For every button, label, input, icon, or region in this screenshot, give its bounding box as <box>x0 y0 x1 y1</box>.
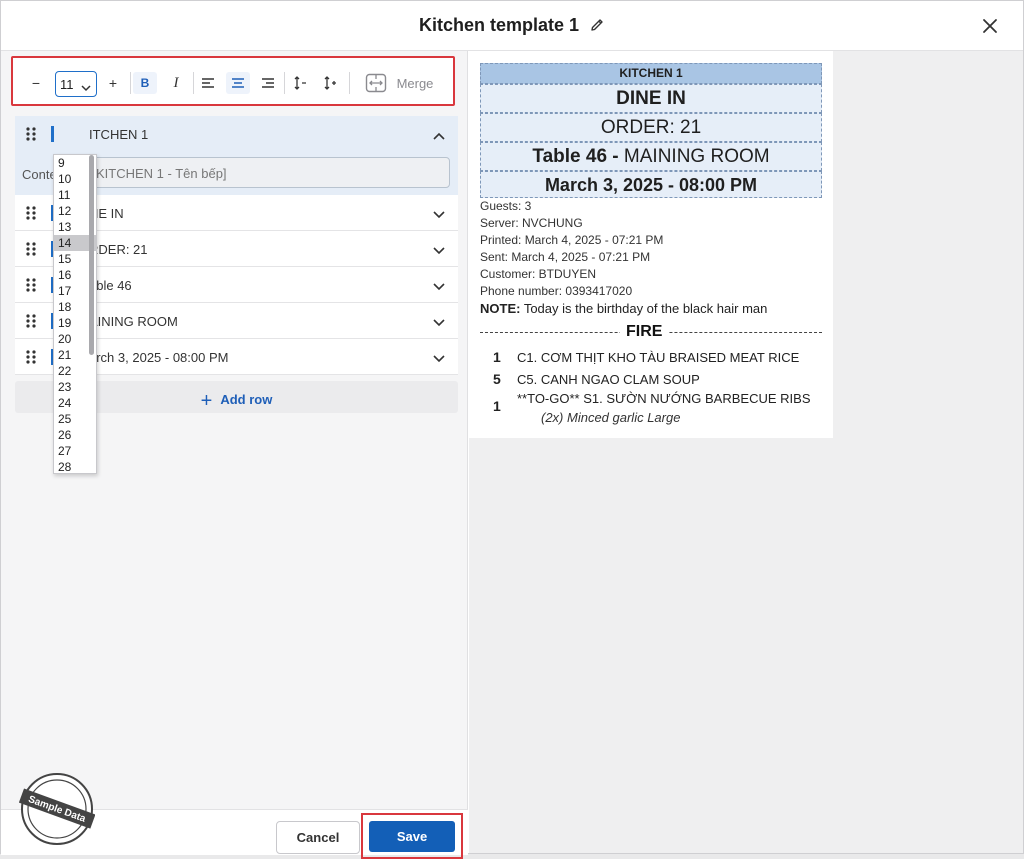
drag-handle-icon[interactable] <box>25 349 37 370</box>
item-name: C5. CANH NGAO CLAM SOUP <box>517 372 700 387</box>
dropdown-scrollbar[interactable] <box>89 155 94 355</box>
guests-line: Guests: 3 <box>480 199 532 213</box>
sample-data-stamp: Sample Data <box>18 771 96 847</box>
item-name: C1. CƠM THỊT KHO TÀU BRAISED MEAT RICE <box>517 350 800 365</box>
save-highlight: Save <box>361 813 463 859</box>
font-size-option[interactable]: 22 <box>54 363 96 379</box>
toolbar-divider <box>193 72 194 94</box>
drag-handle-icon[interactable] <box>25 126 37 147</box>
table-cell[interactable]: Table 46 - MAINING ROOM <box>480 142 822 171</box>
close-icon[interactable] <box>979 15 1001 37</box>
order-cell[interactable]: ORDER: 21 <box>480 113 822 142</box>
note-line: NOTE: Today is the birthday of the black… <box>480 301 767 316</box>
italic-button[interactable]: I <box>165 72 187 94</box>
chevron-down-icon[interactable] <box>432 207 446 225</box>
item-qty: 1 <box>493 398 501 414</box>
ticket-preview: KITCHEN 1 DINE IN ORDER: 21 Table 46 - M… <box>469 51 833 438</box>
increase-size-button[interactable]: + <box>105 72 121 94</box>
merge-icon[interactable] <box>363 72 389 94</box>
item-name: **TO-GO** S1. SƯỜN NƯỚNG BARBECUE RIBS <box>517 391 811 406</box>
note-text: Today is the birthday of the black hair … <box>520 301 768 316</box>
font-size-value: 11 <box>60 76 74 92</box>
printed-line: Printed: March 4, 2025 - 07:21 PM <box>480 233 664 247</box>
align-left-icon[interactable] <box>197 72 219 94</box>
room-name: MAINING ROOM <box>623 146 770 167</box>
phone-line: Phone number: 0393417020 <box>480 284 633 298</box>
datetime-cell[interactable]: March 3, 2025 - 08:00 PM <box>480 171 822 198</box>
toolbar-divider <box>349 72 350 94</box>
ticket-item: 1 C1. CƠM THỊT KHO TÀU BRAISED MEAT RICE <box>493 349 799 365</box>
font-size-dropdown: 9 10 11 12 13 14 15 16 17 18 19 20 21 22 23 24 25 26 27 28 <box>53 154 97 474</box>
drag-handle-icon[interactable] <box>25 277 37 298</box>
ticket-preview-panel: KITCHEN 1 DINE IN ORDER: 21 Table 46 - M… <box>469 51 1023 853</box>
item-modifier: (2x) Minced garlic Large <box>541 410 681 425</box>
customer-line: Customer: BTDUYEN <box>480 267 597 281</box>
format-toolbar: − 11 + B I Merge <box>11 56 455 106</box>
line-spacing-increase-icon[interactable] <box>319 72 341 94</box>
bold-button[interactable]: B <box>133 72 157 94</box>
font-size-select[interactable]: 11 <box>55 71 97 97</box>
item-qty: 5 <box>493 371 501 387</box>
server-line: Server: NVCHUNG <box>480 216 583 230</box>
font-size-option[interactable]: 28 <box>54 459 96 473</box>
ticket-item: 5 C5. CANH NGAO CLAM SOUP <box>493 371 700 387</box>
merge-button[interactable]: Merge <box>393 72 437 94</box>
modal-window: Kitchen template 1 − 11 + B I Merge ITCH… <box>0 0 1024 859</box>
drag-handle-icon[interactable] <box>25 205 37 226</box>
row-editor-panel: − 11 + B I Merge ITCHEN 1 Conte KITCHEN … <box>1 51 468 853</box>
kitchen-cell[interactable]: KITCHEN 1 <box>480 63 822 84</box>
toolbar-divider <box>130 72 131 94</box>
content-field[interactable]: KITCHEN 1 - Tên bếp] <box>89 157 450 188</box>
chevron-down-icon[interactable] <box>432 279 446 297</box>
content-label: Conte <box>22 167 57 182</box>
chevron-down-icon[interactable] <box>432 351 446 369</box>
cancel-button[interactable]: Cancel <box>276 821 360 854</box>
chevron-up-icon[interactable] <box>432 128 446 146</box>
row-label: arch 3, 2025 - 08:00 PM <box>89 350 229 365</box>
save-button[interactable]: Save <box>369 821 455 852</box>
align-right-icon[interactable] <box>257 72 279 94</box>
dine-in-cell[interactable]: DINE IN <box>480 84 822 113</box>
decrease-size-button[interactable]: − <box>29 72 43 94</box>
fire-heading: FIRE <box>620 323 669 341</box>
row-marker <box>51 126 54 142</box>
row-label: AINING ROOM <box>89 314 178 329</box>
modal-title: Kitchen template 1 <box>1 15 1023 38</box>
item-qty: 1 <box>493 349 501 365</box>
toolbar-divider <box>284 72 285 94</box>
edit-pencil-icon[interactable] <box>589 17 605 38</box>
font-size-option[interactable]: 25 <box>54 411 96 427</box>
row-label: ITCHEN 1 <box>89 127 149 142</box>
font-size-option[interactable]: 24 <box>54 395 96 411</box>
chevron-down-icon[interactable] <box>432 315 446 333</box>
note-label: NOTE: <box>480 301 521 316</box>
font-size-option[interactable]: 23 <box>54 379 96 395</box>
font-size-option[interactable]: 26 <box>54 427 96 443</box>
row-label: RDER: 21 <box>89 242 148 257</box>
line-spacing-decrease-icon[interactable] <box>289 72 311 94</box>
chevron-down-icon[interactable] <box>432 243 446 261</box>
drag-handle-icon[interactable] <box>25 313 37 334</box>
sent-line: Sent: March 4, 2025 - 07:21 PM <box>480 250 651 264</box>
drag-handle-icon[interactable] <box>25 241 37 262</box>
add-row-label: Add row <box>220 392 273 407</box>
font-size-option[interactable]: 27 <box>54 443 96 459</box>
chevron-down-icon <box>81 80 91 95</box>
table-number: Table 46 - <box>532 146 624 167</box>
template-name: Kitchen template 1 <box>418 15 580 35</box>
modal-header: Kitchen template 1 <box>1 1 1023 51</box>
align-center-icon[interactable] <box>226 72 250 94</box>
plus-icon: + <box>200 390 213 412</box>
